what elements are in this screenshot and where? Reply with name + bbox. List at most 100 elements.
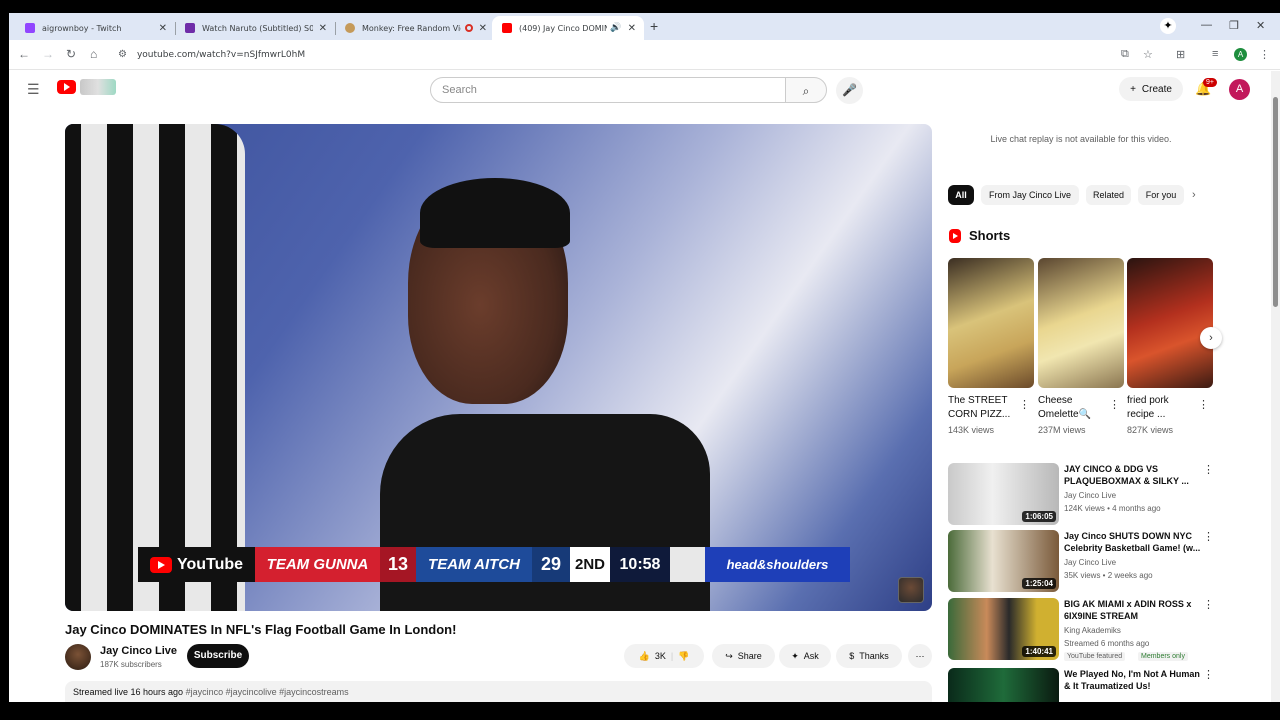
forward-icon[interactable]: → (42, 47, 54, 61)
shorts-next-icon[interactable]: › (1200, 327, 1222, 349)
channel-avatar[interactable] (65, 644, 91, 670)
video-player[interactable]: YouTube TEAM GUNNA 13 TEAM AITCH 29 2ND … (65, 124, 932, 611)
share-button[interactable]: ↪ Share (712, 644, 775, 668)
account-avatar[interactable]: A (1229, 79, 1250, 100)
video-thumbnail[interactable]: 1:40:41 (948, 598, 1059, 660)
browser-profile-avatar[interactable]: A (1234, 48, 1247, 61)
page-scrollbar[interactable] (1271, 71, 1280, 702)
channel-name[interactable]: Jay Cinco Live (100, 645, 177, 657)
chip-for-you[interactable]: For you (1138, 185, 1184, 205)
home-icon[interactable]: ⌂ (90, 47, 97, 61)
search-input[interactable]: Search (430, 77, 786, 103)
extensions-icon[interactable]: ⊞ (1176, 48, 1185, 61)
minimize-icon[interactable]: — (1201, 19, 1212, 31)
close-window-icon[interactable]: ✕ (1256, 19, 1265, 32)
browser-window: aigrownboy - Twitch ✕ Watch Naruto (Subt… (9, 13, 1280, 702)
create-button[interactable]: + Create (1119, 77, 1183, 101)
short-item[interactable]: fried pork recipe ... 827K views ⋮ (1127, 258, 1213, 435)
scoreboard-brand-label: YouTube (176, 555, 244, 573)
video-title[interactable]: BIG AK MIAMI x ADIN ROSS x 6IX9INE STREA… (1064, 598, 1202, 622)
video-title[interactable]: Jay Cinco SHUTS DOWN NYC Celebrity Baske… (1064, 530, 1202, 554)
video-thumbnail[interactable]: 1:06:05 (948, 463, 1059, 525)
video-meta: 35K views • 2 weeks ago (1064, 571, 1153, 580)
more-vertical-icon[interactable]: ⋮ (1203, 530, 1214, 543)
thumbs-down-icon[interactable]: 👎 (678, 651, 689, 662)
video-title[interactable]: JAY CINCO & DDG VS PLAQUEBOXMAX & SILKY … (1064, 463, 1202, 487)
video-meta: Streamed 6 months ago (1064, 639, 1150, 648)
short-title[interactable]: Cheese Omelette🔍 (1038, 394, 1104, 422)
video-thumbnail[interactable]: 1:25:04 (948, 530, 1059, 592)
tab-naruto[interactable]: Watch Naruto (Subtitled) S01:E... ✕ (175, 16, 336, 40)
like-button[interactable]: 👍 3K (639, 651, 666, 662)
tab-monkey[interactable]: Monkey: Free Random Vide... ✕ (335, 16, 495, 40)
audio-icon[interactable]: 🔊 (610, 23, 621, 33)
short-title[interactable]: The STREET CORN PIZZ... (948, 394, 1014, 422)
voice-search-button[interactable]: 🎤 (836, 77, 863, 104)
short-item[interactable]: Cheese Omelette🔍 237M views ⋮ (1038, 258, 1124, 435)
channel-name[interactable]: Jay Cinco Live (1064, 558, 1116, 567)
hamburger-menu-icon[interactable]: ☰ (27, 81, 40, 98)
more-vertical-icon[interactable]: ⋮ (1203, 463, 1214, 476)
scrollbar-thumb[interactable] (1273, 97, 1278, 307)
more-actions-button[interactable]: ⋯ (908, 644, 932, 668)
recommended-video[interactable]: 1:40:41 BIG AK MIAMI x ADIN ROSS x 6IX9I… (948, 598, 1218, 661)
video-title[interactable]: We Played No, I'm Not A Human & It Traum… (1064, 668, 1202, 692)
chip-all[interactable]: All (948, 185, 974, 205)
channel-name[interactable]: Jay Cinco Live (1064, 491, 1116, 500)
menu-kebab-icon[interactable]: ⋮ (1259, 48, 1270, 61)
search-button[interactable]: ⌕ (785, 77, 827, 103)
more-vertical-icon[interactable]: ⋮ (1019, 398, 1030, 411)
youtube-icon (502, 23, 512, 33)
install-icon[interactable]: ⧉ (1121, 48, 1129, 61)
site-info-icon[interactable]: ⚙ (118, 49, 127, 60)
description-meta: Streamed live 16 hours ago (73, 687, 184, 697)
more-vertical-icon[interactable]: ⋮ (1203, 598, 1214, 611)
search-icon: ⌕ (802, 84, 810, 98)
address-bar[interactable]: ⚙ youtube.com/watch?v=nSJfmwrL0hM (110, 43, 1190, 66)
bookmark-star-icon[interactable]: ☆ (1143, 48, 1153, 61)
tab-youtube[interactable]: (409) Jay Cinco DOMINATE... 🔊 ✕ (492, 16, 644, 40)
youtube-logo[interactable] (57, 80, 76, 94)
more-vertical-icon[interactable]: ⋮ (1203, 668, 1214, 681)
short-title[interactable]: fried pork recipe ... (1127, 394, 1193, 422)
more-vertical-icon[interactable]: ⋮ (1198, 398, 1209, 411)
quarter-indicator: 2ND (570, 547, 610, 582)
chevron-right-icon[interactable]: › (1192, 189, 1196, 201)
new-tab-button[interactable]: + (650, 18, 658, 34)
recommended-video[interactable]: We Played No, I'm Not A Human & It Traum… (948, 668, 1218, 702)
close-icon[interactable]: ✕ (479, 23, 487, 34)
close-icon[interactable]: ✕ (159, 23, 167, 34)
close-icon[interactable]: ✕ (628, 23, 636, 34)
youtube-doodle[interactable] (80, 79, 116, 95)
super-thanks-icon: $ (849, 651, 855, 661)
thanks-button[interactable]: $ Thanks (836, 644, 902, 668)
recommended-video[interactable]: 1:25:04 Jay Cinco SHUTS DOWN NYC Celebri… (948, 530, 1218, 592)
back-icon[interactable]: ← (18, 47, 30, 61)
short-item[interactable]: The STREET CORN PIZZ... 143K views ⋮ (948, 258, 1034, 435)
description-box[interactable]: Streamed live 16 hours ago #jaycinco #ja… (65, 681, 932, 702)
close-icon[interactable]: ✕ (319, 23, 327, 34)
thumbs-up-icon: 👍 (638, 650, 650, 661)
short-thumbnail[interactable] (948, 258, 1034, 388)
ask-button[interactable]: ✦ Ask (779, 644, 831, 668)
subscribe-button[interactable]: Subscribe (187, 644, 249, 668)
shorts-header: Shorts (949, 228, 1010, 243)
short-thumbnail[interactable] (1038, 258, 1124, 388)
description-tags[interactable]: #jaycinco #jaycincolive #jaycincostreams (186, 687, 349, 697)
youtube-header: ☰ Search ⌕ 🎤 + Create 🔔 9+ A (9, 71, 1271, 107)
maximize-icon[interactable]: ❐ (1229, 19, 1239, 32)
chip-related[interactable]: Related (1086, 185, 1131, 205)
media-controls-icon[interactable]: ≡ (1212, 48, 1218, 60)
video-thumbnail[interactable] (948, 668, 1059, 702)
channel-name[interactable]: King Akademiks (1064, 626, 1121, 635)
short-views: 827K views (1127, 425, 1174, 435)
tab-twitch[interactable]: aigrownboy - Twitch ✕ (15, 16, 176, 40)
chip-from-channel[interactable]: From Jay Cinco Live (981, 185, 1079, 205)
short-thumbnail[interactable] (1127, 258, 1213, 388)
gemini-icon[interactable]: ✦ (1160, 18, 1176, 34)
more-vertical-icon[interactable]: ⋮ (1109, 398, 1120, 411)
shorts-title: Shorts (969, 228, 1011, 243)
recommended-video[interactable]: 1:06:05 JAY CINCO & DDG VS PLAQUEBOXMAX … (948, 463, 1218, 525)
shorts-icon (949, 228, 961, 243)
reload-icon[interactable]: ↻ (66, 47, 76, 61)
